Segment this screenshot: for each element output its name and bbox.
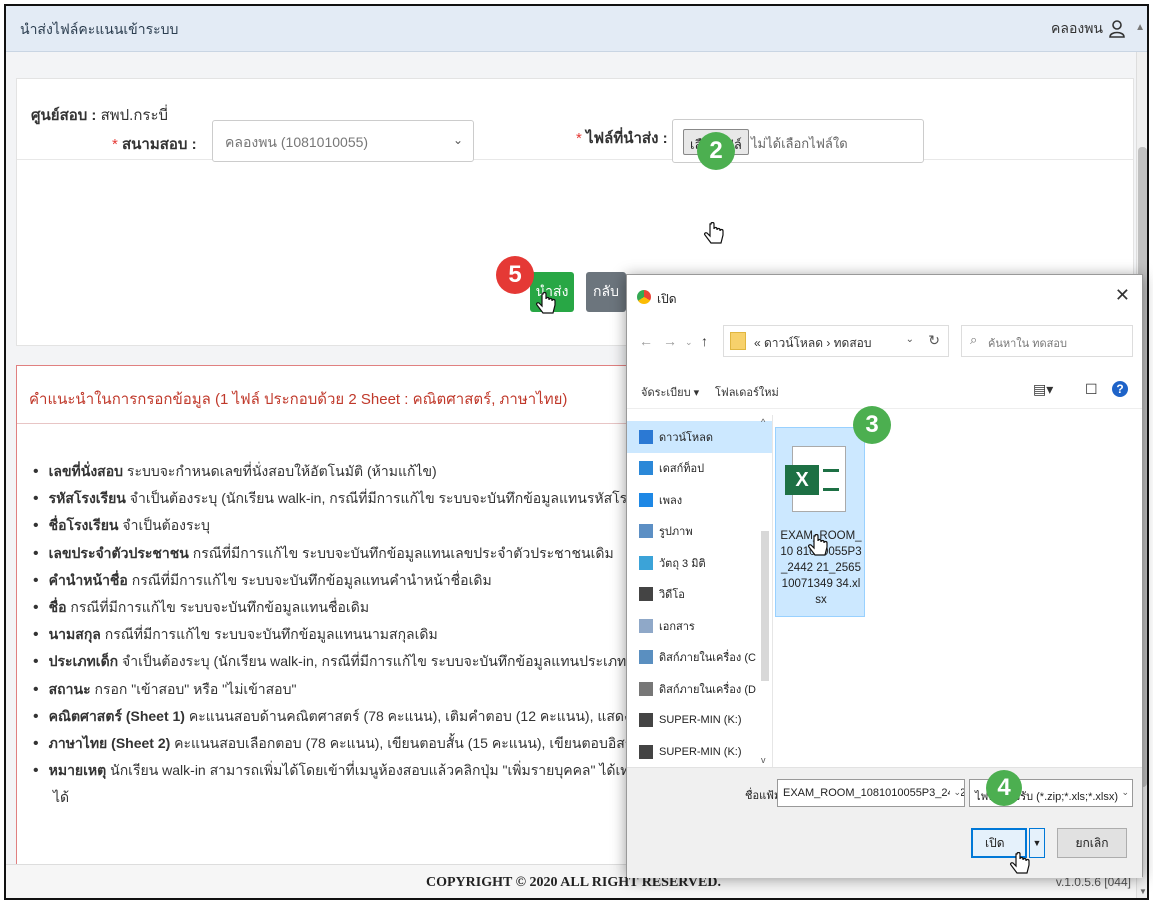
navigation-pane: ดาวน์โหลดเดสก์ท็อปเพลงรูปภาพวัตถุ 3 มิติ… <box>627 415 773 767</box>
forward-arrow-icon[interactable]: → <box>663 333 677 349</box>
up-arrow-icon[interactable]: ↑ <box>701 333 708 349</box>
dialog-footer: ชื่อแฟ้ม: EXAM_ROOM_1081010055P3_244221_… <box>627 767 1142 878</box>
nav-item[interactable]: วิดีโอ <box>639 579 772 611</box>
search-icon: ⌕ <box>970 332 978 347</box>
navigation-list: ดาวน์โหลดเดสก์ท็อปเพลงรูปภาพวัตถุ 3 มิติ… <box>627 415 772 767</box>
chevron-down-icon[interactable]: ⌄ <box>906 334 914 345</box>
scroll-up-arrow[interactable]: ▲ <box>1135 22 1145 33</box>
search-input[interactable]: ⌕ ค้นหาใน ทดสอบ <box>961 325 1133 357</box>
nav-item-label: ดิสก์ภายในเครื่อง (D <box>659 683 756 696</box>
step-3-marker: 3 <box>853 406 891 444</box>
hand-cursor-icon <box>536 292 556 314</box>
excel-file-icon: X <box>785 446 846 512</box>
usb-drive-icon <box>639 744 653 759</box>
chevron-down-icon: ⌄ <box>452 133 463 147</box>
back-button[interactable]: กลับ <box>586 272 626 312</box>
page-title: นำส่งไฟล์คะแนนเข้าระบบ <box>20 21 179 37</box>
user-name: คลองพน <box>1051 20 1103 36</box>
instructions-title: คำแนะนำในการกรอกข้อมูล (1 ไฟล์ ประกอบด้ว… <box>29 391 568 408</box>
nav-item[interactable]: เดสก์ท็อป <box>639 453 772 485</box>
nav-item[interactable]: SUPER-MIN (K:) <box>639 705 772 737</box>
new-folder-button[interactable]: โฟลเดอร์ใหม่ <box>715 383 779 401</box>
organize-menu[interactable]: จัดระเบียบ ▾ <box>641 383 699 401</box>
nav-item-label: ดาวน์โหลด <box>659 431 714 444</box>
exam-center-value: สพป.กระบี่ <box>100 107 169 124</box>
video-icon <box>639 587 653 602</box>
exam-center-row: ศูนย์สอบ : สพป.กระบี่ <box>31 103 168 127</box>
cancel-button[interactable]: ยกเลิก <box>1057 828 1127 858</box>
venue-label: * สนามสอบ : <box>112 136 197 153</box>
hand-cursor-icon <box>1010 852 1030 874</box>
chevron-down-icon[interactable]: ⌄ <box>1118 787 1129 798</box>
nav-scrollbar-thumb[interactable] <box>761 531 769 681</box>
recent-chevron-icon[interactable]: ⌄ <box>685 337 693 348</box>
exam-center-label: ศูนย์สอบ : <box>31 107 97 124</box>
dialog-title: เปิด <box>657 292 677 306</box>
dialog-navbar: ← → ⌄ ↑ « ดาวน์โหลด › ทดสอบ ⌄ ↻ ⌕ ค้นหาใ… <box>627 319 1142 363</box>
drive-d-icon <box>639 681 653 696</box>
file-label: * ไฟล์ที่นำส่ง : <box>576 130 668 147</box>
3d-objects-icon <box>639 555 653 570</box>
scroll-down-arrow[interactable]: v <box>761 755 766 765</box>
pictures-icon <box>639 524 653 539</box>
venue-select[interactable]: คลองพน (1081010055) ⌄ <box>212 120 474 162</box>
documents-icon <box>639 618 653 633</box>
nav-item-label: รูปภาพ <box>659 526 693 539</box>
nav-item-label: ดิสก์ภายในเครื่อง (C <box>659 652 756 665</box>
nav-item-label: เดสก์ท็อป <box>659 463 705 476</box>
address-bar[interactable]: « ดาวน์โหลด › ทดสอบ ⌄ ↻ <box>723 325 949 357</box>
search-placeholder: ค้นหาใน ทดสอบ <box>988 338 1067 350</box>
nav-scrollbar[interactable]: ^ v <box>759 415 771 767</box>
step-5-marker: 5 <box>496 256 534 294</box>
nav-item[interactable]: เอกสาร <box>639 610 772 642</box>
venue-value: คลองพน (1081010055) <box>225 134 369 150</box>
drive-c-icon <box>639 650 653 665</box>
nav-item-label: วิดีโอ <box>659 589 685 602</box>
chevron-down-icon[interactable]: ⌄ <box>950 787 961 798</box>
address-path: « ดาวน์โหลด › ทดสอบ <box>754 336 872 350</box>
desktop-icon <box>639 461 653 476</box>
dialog-titlebar: เปิด ✕ <box>627 275 1142 319</box>
filename-input[interactable]: EXAM_ROOM_1081010055P3_244221_ ⌄ <box>777 779 965 807</box>
nav-item[interactable]: SUPER-MIN (K:) <box>639 736 772 767</box>
download-icon <box>639 429 653 444</box>
nav-item-label: วัตถุ 3 มิติ <box>659 557 706 570</box>
file-list: X EXAM_ROOM_10 81010055P3_2442 21_256510… <box>775 415 1144 767</box>
nav-item-label: SUPER-MIN (K:) <box>659 745 742 758</box>
divider <box>17 159 1133 160</box>
nav-item-label: เพลง <box>659 494 683 507</box>
preview-pane-icon[interactable]: ☐ <box>1085 381 1098 398</box>
scroll-up-arrow[interactable]: ^ <box>761 417 765 427</box>
top-bar: นำส่งไฟล์คะแนนเข้าระบบ คลองพน ▲ <box>6 6 1147 52</box>
filename-value: EXAM_ROOM_1081010055P3_244221_ <box>783 787 965 799</box>
folder-icon <box>730 332 746 350</box>
nav-item[interactable]: เพลง <box>639 484 772 516</box>
nav-item[interactable]: วัตถุ 3 มิติ <box>639 547 772 579</box>
refresh-icon[interactable]: ↻ <box>928 332 940 349</box>
usb-drive-icon <box>639 713 653 728</box>
nav-item-label: SUPER-MIN (K:) <box>659 714 742 727</box>
dialog-commandbar: จัดระเบียบ ▾ โฟลเดอร์ใหม่ ▤▾ ☐ ? <box>627 373 1142 409</box>
hand-cursor-icon <box>704 222 724 244</box>
nav-item-label: เอกสาร <box>659 620 695 633</box>
step-4-marker: 4 <box>986 770 1022 806</box>
hand-cursor-icon <box>808 534 828 556</box>
chrome-icon <box>637 290 651 304</box>
back-arrow-icon[interactable]: ← <box>639 333 653 349</box>
no-file-text: ไม่ได้เลือกไฟล์ใด <box>751 136 848 151</box>
music-icon <box>639 492 653 507</box>
file-open-dialog: เปิด ✕ ← → ⌄ ↑ « ดาวน์โหลด › ทดสอบ ⌄ ↻ ⌕… <box>626 274 1144 878</box>
user-icon <box>1109 20 1125 38</box>
excel-file-item[interactable]: X EXAM_ROOM_10 81010055P3_2442 21_256510… <box>775 427 865 617</box>
nav-item[interactable]: รูปภาพ <box>639 516 772 548</box>
nav-item[interactable]: ดิสก์ภายในเครื่อง (C <box>639 642 772 674</box>
nav-item[interactable]: ดิสก์ภายในเครื่อง (D <box>639 673 772 705</box>
scroll-down-arrow[interactable]: ▼ <box>1139 887 1147 896</box>
nav-item[interactable]: ดาวน์โหลด <box>627 421 772 453</box>
step-2-marker: 2 <box>697 132 735 170</box>
help-icon[interactable]: ? <box>1112 381 1128 397</box>
close-icon[interactable]: ✕ <box>1115 285 1130 306</box>
view-options-icon[interactable]: ▤▾ <box>1033 381 1053 398</box>
user-menu[interactable]: คลองพน <box>1051 18 1125 40</box>
